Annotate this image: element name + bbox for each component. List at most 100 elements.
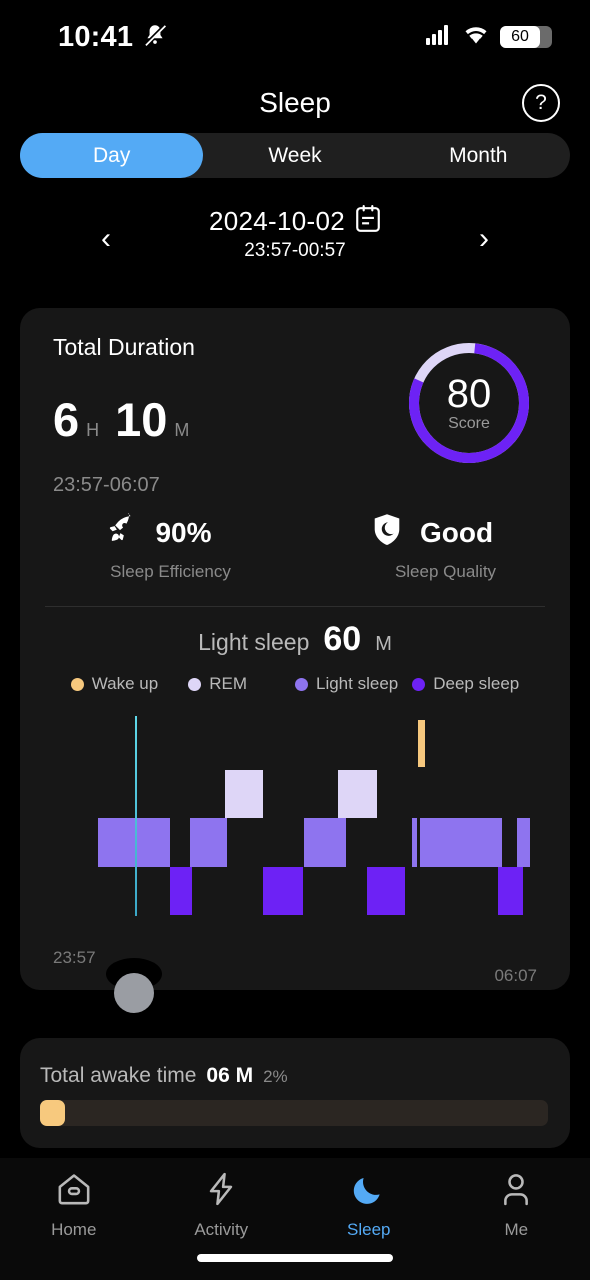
tab-week[interactable]: Week — [203, 133, 386, 178]
card-divider — [45, 606, 545, 607]
total-awake-card: Total awake time 06 M 2% — [20, 1038, 570, 1148]
tab-day[interactable]: Day — [20, 133, 204, 178]
status-bar-left: 10:41 — [58, 21, 168, 54]
score-value: 80 — [446, 372, 492, 416]
legend-label-light-sleep: Light sleep — [316, 674, 399, 693]
status-time: 10:41 — [58, 20, 134, 53]
sleep-window: 23:57-06:07 — [53, 474, 160, 496]
awake-progress-fill — [40, 1100, 66, 1126]
help-button[interactable]: ? — [522, 84, 560, 122]
duration-hours-unit: H — [86, 420, 100, 440]
total-duration-value: 6 H 10 M — [53, 396, 205, 443]
hypnogram-bar — [97, 818, 170, 867]
home-indicator — [197, 1254, 393, 1262]
moon-icon — [350, 1172, 388, 1211]
hypnogram-bar — [224, 770, 264, 818]
awake-progress-track — [40, 1100, 548, 1126]
sleep-screen: 10:41 60 Sleep ? Day Week Month ‹ › 2024… — [0, 0, 590, 1280]
legend-dot-rem — [188, 677, 202, 691]
legend-label-rem: REM — [209, 674, 247, 693]
sleep-score-ring: 80 Score — [406, 340, 532, 466]
chart-start-time: 23:57 — [53, 948, 96, 967]
hypnogram-bar — [418, 720, 426, 767]
light-sleep-label: Light sleep — [198, 629, 310, 655]
nav-item-sleep[interactable]: Sleep — [295, 1172, 443, 1240]
total-duration-title: Total Duration — [53, 334, 195, 360]
legend-dot-light-sleep — [295, 677, 308, 691]
date-time-range: 23:57-00:57 — [244, 240, 346, 261]
hypnogram-bar — [516, 818, 530, 867]
bell-muted-icon — [142, 22, 168, 53]
calendar-icon[interactable] — [355, 205, 381, 238]
period-segmented-control[interactable]: Day Week Month — [20, 133, 570, 178]
page-header: Sleep — [0, 74, 590, 132]
legend-label-wake-up: Wake up — [91, 674, 159, 693]
wifi-icon — [463, 25, 489, 50]
battery-fill: 60 — [500, 26, 540, 48]
cellular-signal-icon — [426, 24, 452, 50]
legend-dot-wake-up — [70, 677, 84, 691]
stat-efficiency-top: 90% — [103, 513, 212, 552]
nav-item-me[interactable]: Me — [443, 1172, 590, 1240]
nav-label-activity: Activity — [194, 1220, 249, 1239]
hypnogram-bar — [366, 867, 406, 915]
legend-dot-deep-sleep — [412, 677, 426, 691]
score-center: 80 Score — [406, 340, 532, 466]
page-title: Sleep — [259, 87, 331, 118]
hypnogram-bar — [497, 867, 523, 915]
legend-label-deep-sleep: Deep sleep — [433, 674, 520, 693]
moon-shield-icon — [372, 513, 402, 552]
stat-sleep-quality: Good Sleep Quality — [295, 513, 570, 582]
sleep-stats-row: 90% Sleep Efficiency Good Sleep Quality — [20, 513, 570, 582]
efficiency-value: 90% — [155, 516, 212, 548]
hypnogram-bar — [263, 867, 303, 915]
quality-value: Good — [419, 516, 494, 548]
rocket-icon — [103, 513, 137, 552]
legend-item-deep-sleep: Deep sleep — [412, 674, 519, 694]
hypnogram-bar — [190, 818, 228, 867]
hypnogram-bar — [419, 818, 502, 867]
awake-row: Total awake time 06 M 2% — [40, 1064, 288, 1088]
stat-sleep-efficiency: 90% Sleep Efficiency — [20, 513, 295, 582]
selected-date: 2024-10-02 — [209, 206, 345, 236]
home-icon — [55, 1172, 93, 1211]
person-icon — [497, 1172, 535, 1211]
chart-scrubber-handle[interactable] — [114, 973, 154, 1013]
stage-legend: Wake up REM Light sleep Deep sleep — [20, 674, 570, 694]
hypnogram-bar — [303, 818, 346, 867]
score-label: Score — [448, 415, 490, 432]
duration-minutes-unit: M — [174, 420, 190, 440]
awake-label: Total awake time — [40, 1064, 197, 1087]
chart-cursor-line — [135, 716, 138, 916]
nav-label-sleep: Sleep — [347, 1220, 391, 1239]
nav-item-activity[interactable]: Activity — [148, 1172, 296, 1240]
quality-label: Sleep Quality — [394, 562, 497, 581]
awake-percent: 2% — [263, 1067, 288, 1086]
battery-icon: 60 — [500, 26, 552, 48]
sleep-summary-card: Total Duration 6 H 10 M 23:57-06:07 80 S… — [20, 308, 570, 1013]
hypnogram-bar — [169, 867, 192, 915]
chart-end-time: 06:07 — [494, 966, 537, 985]
nav-item-home[interactable]: Home — [0, 1172, 148, 1240]
duration-hours: 6 — [53, 393, 80, 446]
duration-minutes: 10 — [115, 393, 168, 446]
light-sleep-headline: Light sleep 60 M — [20, 620, 570, 659]
nav-label-me: Me — [504, 1220, 529, 1239]
light-sleep-value: 60 — [323, 620, 362, 658]
battery-level: 60 — [511, 28, 529, 45]
stat-quality-top: Good — [372, 513, 493, 552]
light-sleep-unit: M — [375, 633, 392, 655]
date-display: 2024-10-02 23:57-00:57 — [209, 205, 381, 262]
help-icon: ? — [535, 91, 547, 114]
hypnogram-bar — [337, 770, 377, 818]
legend-item-rem: REM — [188, 674, 247, 694]
tab-month[interactable]: Month — [387, 133, 570, 178]
date-navigation: 2024-10-02 23:57-00:57 — [0, 205, 590, 277]
date-row[interactable]: 2024-10-02 — [209, 205, 381, 238]
awake-value: 06 M — [206, 1064, 254, 1087]
legend-item-light-sleep: Light sleep — [295, 674, 398, 694]
hypnogram-bar — [411, 818, 418, 867]
lightning-icon — [202, 1172, 240, 1211]
status-bar: 10:41 60 — [0, 0, 590, 74]
hypnogram-chart[interactable] — [33, 708, 557, 928]
